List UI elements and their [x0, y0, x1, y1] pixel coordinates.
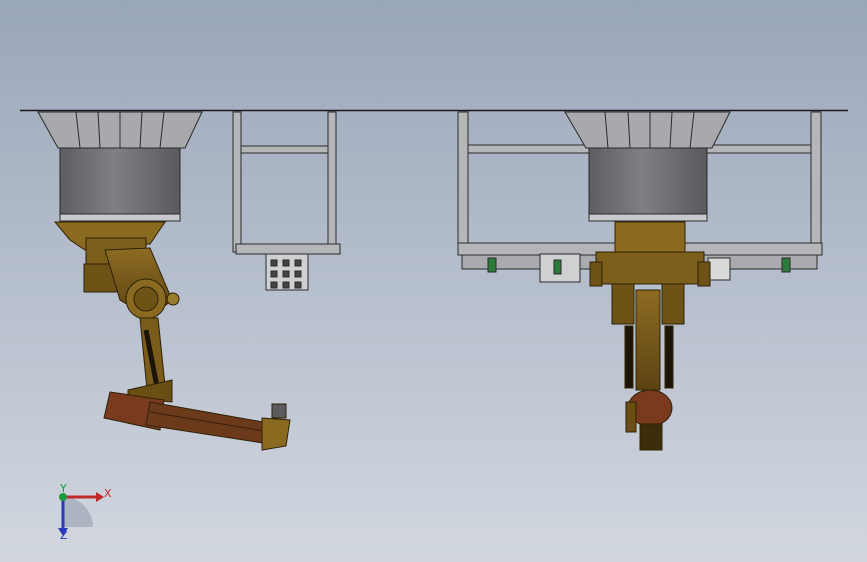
left-rack-frame[interactable] — [232, 111, 341, 291]
y-axis-label: Y — [60, 482, 67, 495]
right-robot-arm[interactable] — [589, 221, 711, 451]
x-axis-label: X — [104, 487, 112, 500]
cad-viewport[interactable] — [0, 0, 867, 562]
z-axis-label: Z — [60, 529, 68, 542]
left-robot-arm[interactable] — [53, 221, 291, 451]
left-pedestal-mount[interactable] — [37, 111, 203, 222]
right-pedestal-mount[interactable] — [564, 111, 731, 222]
triad-labels: X Y Z — [48, 480, 118, 550]
